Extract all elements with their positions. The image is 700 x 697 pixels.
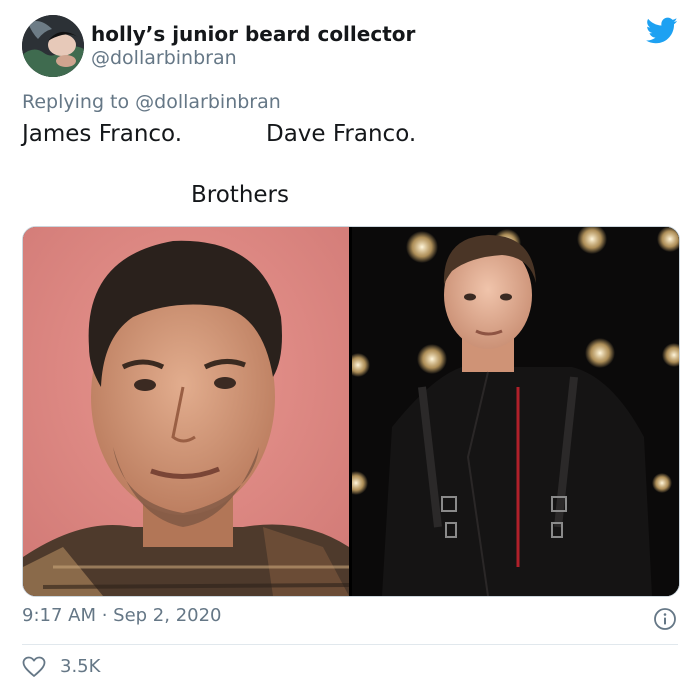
- tweet-media[interactable]: [22, 226, 680, 597]
- avatar[interactable]: [22, 15, 84, 77]
- replying-prefix: Replying to: [22, 91, 130, 113]
- tweet-timestamp[interactable]: 9:17 AM · Sep 2, 2020: [22, 605, 222, 626]
- tweet-text-caption: Brothers: [191, 182, 289, 208]
- avatar-image: [22, 15, 84, 77]
- user-handle[interactable]: @dollarbinbran: [91, 47, 237, 69]
- tweet-text-left-label: James Franco.: [22, 121, 183, 147]
- reply-mention-link[interactable]: @dollarbinbran: [135, 91, 281, 113]
- like-count[interactable]: 3.5K: [60, 656, 100, 677]
- tweet-card: holly’s junior beard collector @dollarbi…: [0, 0, 700, 697]
- replying-to: Replying to @dollarbinbran: [22, 91, 281, 113]
- info-icon[interactable]: [653, 607, 677, 631]
- divider: [22, 644, 678, 645]
- heart-icon[interactable]: [22, 656, 46, 678]
- media-photo-left[interactable]: [23, 227, 349, 596]
- photo-portrait-right: [352, 227, 679, 596]
- twitter-bird-icon[interactable]: [646, 17, 678, 45]
- photo-portrait-left: [23, 227, 349, 596]
- tweet-text-right-label: Dave Franco.: [266, 121, 417, 147]
- media-photo-right[interactable]: [352, 227, 679, 596]
- display-name[interactable]: holly’s junior beard collector: [91, 22, 415, 46]
